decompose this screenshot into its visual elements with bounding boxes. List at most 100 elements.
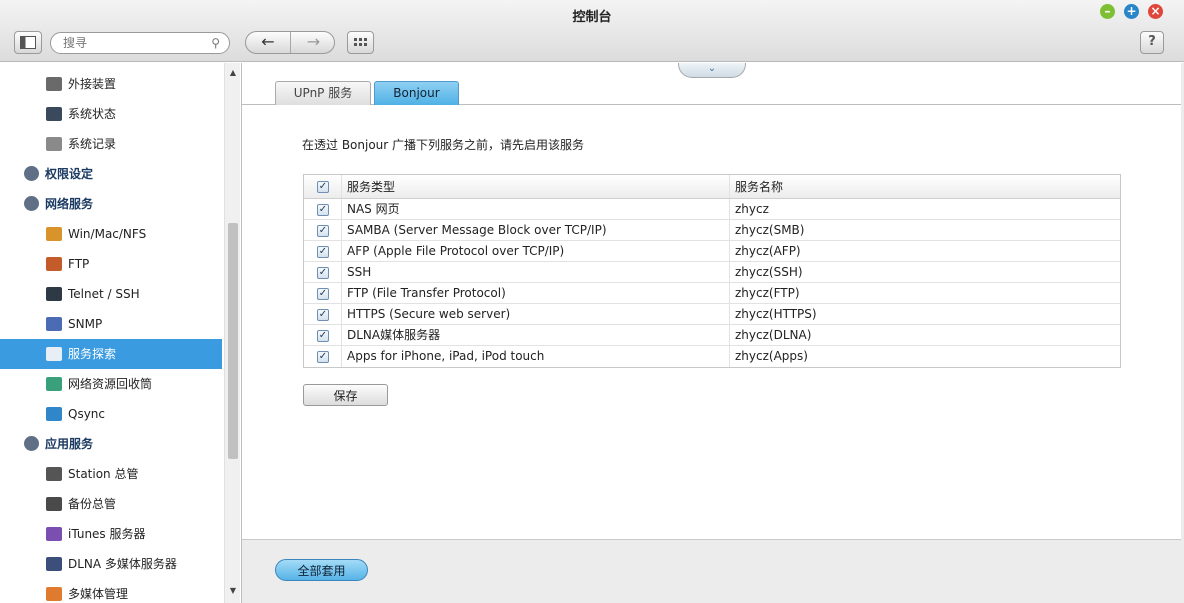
column-header-name[interactable]: 服务名称	[730, 175, 1120, 198]
sidebar-item-label: 应用服务	[45, 437, 94, 451]
save-button[interactable]: 保存	[303, 384, 388, 406]
service-type-cell: SSH	[342, 262, 730, 282]
discovery-icon	[46, 346, 62, 361]
app-grid-button[interactable]	[347, 31, 374, 54]
sidebar-item-label: 系统记录	[68, 137, 117, 151]
search-icon[interactable]: ⚲	[211, 36, 220, 50]
arrow-left-icon: ←	[261, 32, 275, 51]
scrollbar-thumb[interactable]	[228, 223, 238, 459]
sidebar-item[interactable]: 网络服务	[0, 189, 222, 219]
sidebar-scrollbar[interactable]: ▲ ▼	[224, 63, 240, 603]
service-name-cell: zhycz(FTP)	[735, 286, 800, 300]
toggle-sidebar-button[interactable]	[14, 31, 42, 54]
select-all-checkbox[interactable]: ✓	[317, 181, 329, 193]
grid-icon	[353, 38, 367, 46]
external-device-icon	[46, 76, 62, 91]
close-icon[interactable]: ×	[1148, 4, 1163, 19]
sidebar-item[interactable]: DLNA 多媒体服务器	[0, 549, 222, 579]
row-checkbox[interactable]: ✓	[317, 267, 329, 279]
service-type-cell: NAS 网页	[342, 199, 730, 219]
sidebar-item[interactable]: 外接装置	[0, 69, 222, 99]
chevron-down-icon: ⌄	[707, 63, 717, 74]
service-name-cell: zhycz(HTTPS)	[735, 307, 817, 321]
multimedia-icon	[46, 586, 62, 601]
sidebar-item[interactable]: Win/Mac/NFS	[0, 219, 222, 249]
service-type-cell: FTP (File Transfer Protocol)	[342, 283, 730, 303]
row-checkbox[interactable]: ✓	[317, 309, 329, 321]
globe-icon	[24, 196, 39, 211]
sidebar-item-label: SNMP	[68, 317, 103, 331]
search-input[interactable]	[63, 35, 203, 51]
row-checkbox[interactable]: ✓	[317, 351, 329, 363]
sidebar-item-label: Qsync	[68, 407, 106, 421]
apps-icon	[24, 436, 39, 451]
service-type-cell: DLNA媒体服务器	[342, 325, 730, 345]
row-checkbox[interactable]: ✓	[317, 204, 329, 216]
user-icon	[24, 166, 39, 181]
service-type-cell: Apps for iPhone, iPad, iPod touch	[342, 346, 730, 367]
help-button[interactable]: ?	[1140, 31, 1164, 54]
sidebar-item[interactable]: SNMP	[0, 309, 222, 339]
table-row: ✓ FTP (File Transfer Protocol) zhycz(FTP)	[304, 283, 1120, 304]
os-icon	[46, 226, 62, 241]
sidebar-item-label: Win/Mac/NFS	[68, 227, 147, 241]
service-type-cell: AFP (Apple File Protocol over TCP/IP)	[342, 241, 730, 261]
chart-icon	[46, 316, 62, 331]
dlna-icon	[46, 556, 62, 571]
window-title: 控制台	[572, 10, 612, 25]
ftp-icon	[46, 256, 62, 271]
sidebar-item[interactable]: 应用服务	[0, 429, 222, 459]
tab-strip: ⌄ UPnP 服务 Bonjour	[242, 63, 1182, 105]
tab-upnp[interactable]: UPnP 服务	[275, 81, 371, 105]
sidebar-item[interactable]: 系统状态	[0, 99, 222, 129]
sidebar-item-label: Telnet / SSH	[68, 287, 140, 301]
recycle-bin-icon	[46, 376, 62, 391]
maximize-icon[interactable]: +	[1124, 4, 1139, 19]
sidebar-item[interactable]: 网络资源回收筒	[0, 369, 222, 399]
apply-all-button[interactable]: 全部套用	[275, 559, 368, 581]
service-name-cell: zhycz(SMB)	[735, 223, 805, 237]
table-header: ✓ 服务类型 服务名称	[304, 175, 1120, 199]
sidebar-item[interactable]: Qsync	[0, 399, 222, 429]
sidebar-item[interactable]: iTunes 服务器	[0, 519, 222, 549]
sidebar-item-label: 系统状态	[68, 107, 117, 121]
sidebar-item[interactable]: 权限设定	[0, 159, 222, 189]
table-row: ✓ SSH zhycz(SSH)	[304, 262, 1120, 283]
sidebar-item[interactable]: 系统记录	[0, 129, 222, 159]
sidebar-item-label: Station 总管	[68, 467, 139, 481]
row-checkbox[interactable]: ✓	[317, 246, 329, 258]
service-name-cell: zhycz(DLNA)	[735, 328, 812, 342]
services-table: ✓ 服务类型 服务名称 ✓ NAS 网页 zhycz ✓ SAMBA (Server M…	[303, 174, 1121, 368]
sidebar-item[interactable]: Telnet / SSH	[0, 279, 222, 309]
column-header-type[interactable]: 服务类型	[342, 175, 730, 198]
backup-icon	[46, 496, 62, 511]
qsync-icon	[46, 406, 62, 421]
arrow-right-icon: →	[306, 32, 321, 51]
collapse-handle[interactable]: ⌄	[678, 63, 746, 78]
scroll-up-icon[interactable]: ▲	[225, 66, 240, 80]
terminal-icon	[46, 286, 62, 301]
sidebar-item-label: 服务探索	[68, 347, 117, 361]
table-row: ✓ Apps for iPhone, iPad, iPod touch zhycz(…	[304, 346, 1120, 367]
sidebar-item-label: DLNA 多媒体服务器	[68, 557, 177, 571]
table-row: ✓ SAMBA (Server Message Block over TCP/IP…	[304, 220, 1120, 241]
row-checkbox[interactable]: ✓	[317, 330, 329, 342]
service-type-cell: SAMBA (Server Message Block over TCP/IP)	[342, 220, 730, 240]
sidebar-item[interactable]: FTP	[0, 249, 222, 279]
forward-button[interactable]: →	[291, 32, 334, 53]
sidebar-item[interactable]: 备份总管	[0, 489, 222, 519]
row-checkbox[interactable]: ✓	[317, 225, 329, 237]
sidebar-item[interactable]: Station 总管	[0, 459, 222, 489]
scroll-down-icon[interactable]: ▼	[225, 584, 240, 598]
minimize-icon[interactable]: –	[1100, 4, 1115, 19]
station-icon	[46, 466, 62, 481]
table-row: ✓ HTTPS (Secure web server) zhycz(HTTPS)	[304, 304, 1120, 325]
back-button[interactable]: ←	[246, 32, 291, 53]
nav-buttons: ← →	[245, 31, 335, 54]
sidebar-item[interactable]: 服务探索	[0, 339, 222, 369]
search-box[interactable]: ⚲	[50, 32, 230, 54]
row-checkbox[interactable]: ✓	[317, 288, 329, 300]
sidebar-item[interactable]: 多媒体管理	[0, 579, 222, 603]
tab-bonjour[interactable]: Bonjour	[374, 81, 459, 105]
table-row: ✓ DLNA媒体服务器 zhycz(DLNA)	[304, 325, 1120, 346]
